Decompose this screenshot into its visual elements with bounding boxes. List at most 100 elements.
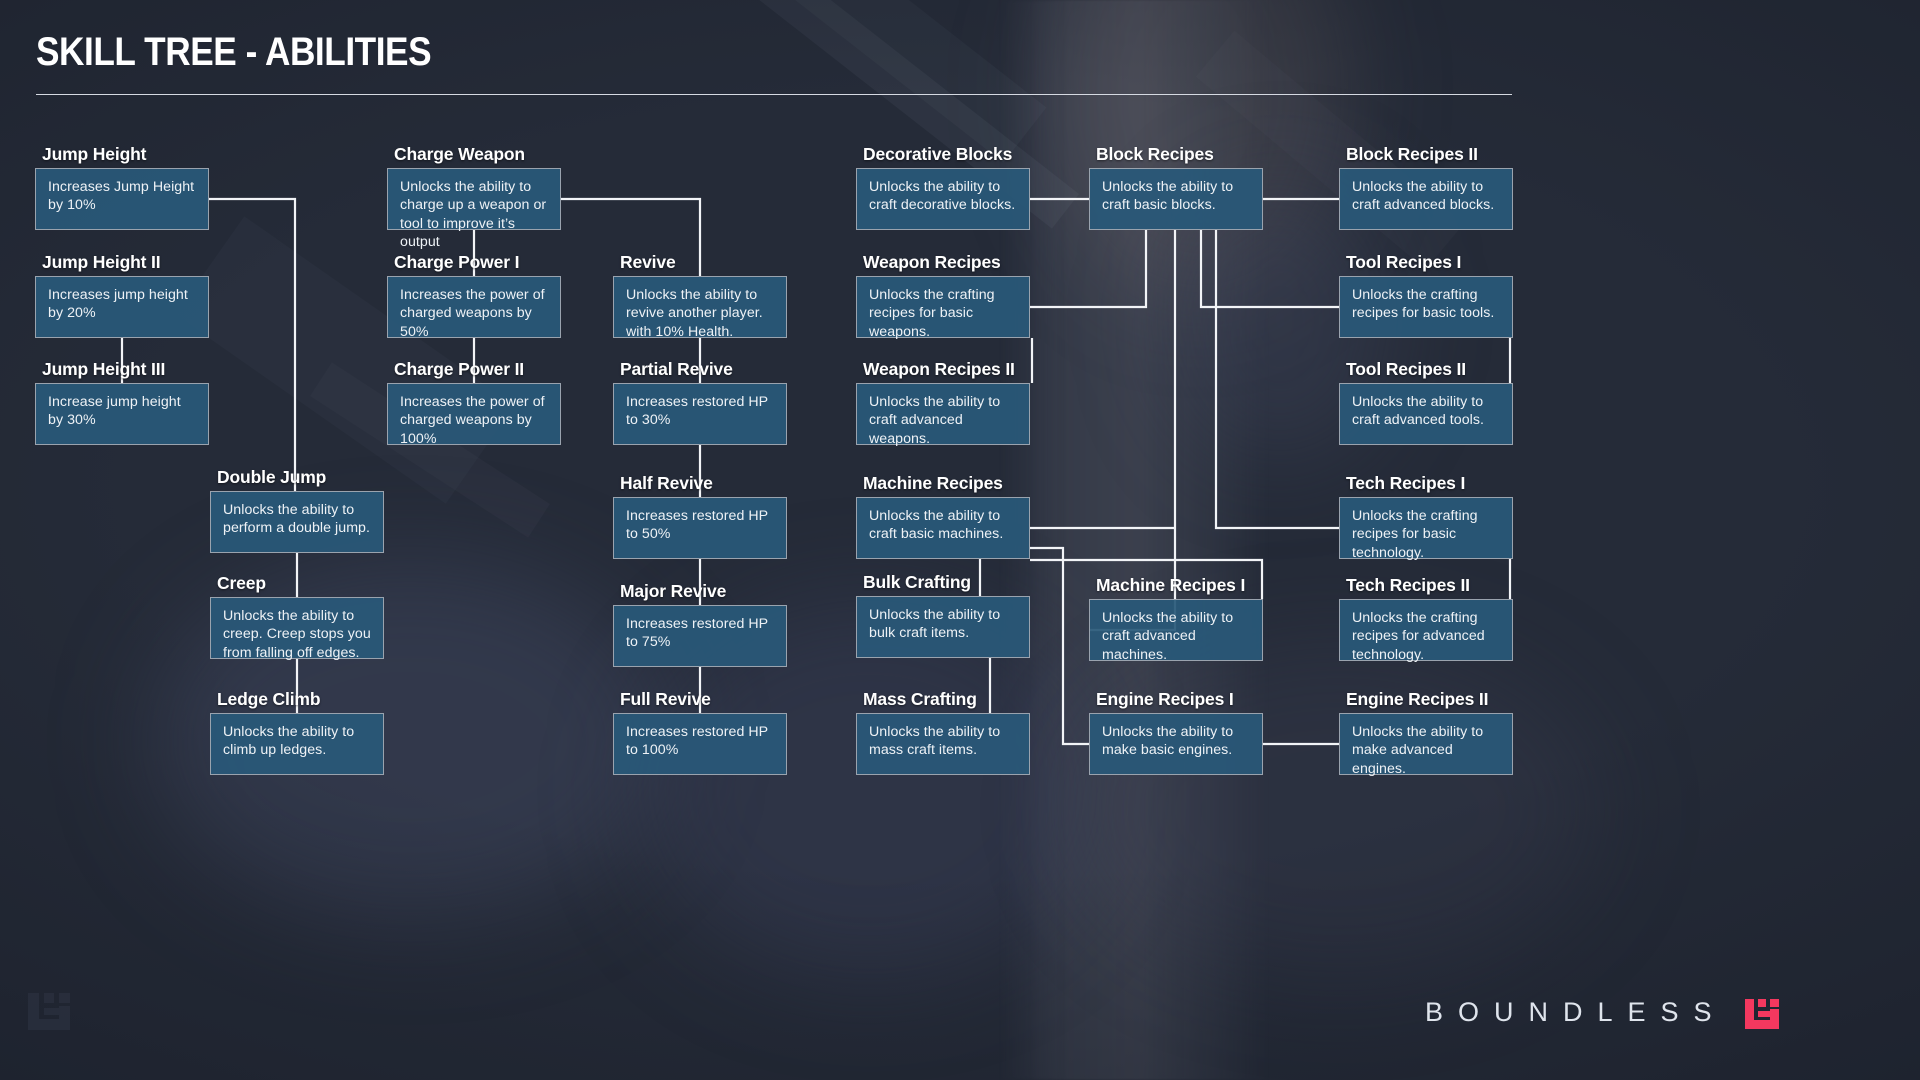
skill-node-box[interactable]: Unlocks the ability to creep. Creep stop… (210, 597, 384, 661)
skill-node-box[interactable]: Increase jump height by 30% (35, 383, 209, 445)
skill-node-description: Unlocks the ability to craft basic machi… (869, 508, 1004, 543)
skill-node-title: Charge Weapon (394, 144, 525, 164)
skill-node-title: Revive (620, 252, 676, 272)
skill-node-block-recipes-2[interactable]: Block Recipes II Unlocks the ability to c… (1339, 144, 1513, 230)
connector-jump-height-to-double-jump (209, 197, 297, 491)
skill-node-description: Unlocks the ability to creep. Creep stop… (223, 608, 371, 661)
skill-node-description: Increases restored HP to 100% (626, 724, 768, 759)
skill-node-description: Unlocks the ability to perform a double … (223, 502, 370, 537)
skill-node-box[interactable]: Increases restored HP to 50% (613, 497, 787, 559)
skill-node-title: Decorative Blocks (863, 144, 1013, 164)
skill-node-weapon-recipes[interactable]: Weapon Recipes Unlocks the crafting recip… (856, 252, 1030, 340)
skill-node-engine-recipes-1[interactable]: Engine Recipes I Unlocks the ability to m… (1089, 689, 1263, 775)
skill-node-title: Bulk Crafting (863, 572, 971, 592)
skill-node-box[interactable]: Unlocks the ability to craft advanced ma… (1089, 599, 1263, 663)
skill-node-box[interactable]: Unlocks the ability to craft advanced bl… (1339, 168, 1513, 230)
skill-node-box[interactable]: Unlocks the ability to perform a double … (210, 491, 384, 553)
skill-node-ledge-climb[interactable]: Ledge Climb Unlocks the ability to climb … (210, 689, 384, 775)
skill-node-major-revive[interactable]: Major Revive Increases restored HP to 75% (613, 581, 787, 667)
skill-node-block-recipes[interactable]: Block Recipes Unlocks the ability to craf… (1089, 144, 1263, 230)
title-divider (36, 94, 1512, 95)
skill-node-box[interactable]: Unlocks the ability to craft basic machi… (856, 497, 1030, 559)
skill-node-description: Increases jump height by 20% (48, 287, 188, 322)
page-title: SKILL TREE - ABILITIES (36, 30, 432, 74)
skill-node-description: Unlocks the crafting recipes for advance… (1352, 610, 1485, 663)
skill-node-decorative-blocks[interactable]: Decorative Blocks Unlocks the ability to … (856, 144, 1030, 230)
skill-node-jump-height-3[interactable]: Jump Height III Increase jump height by 3… (35, 359, 209, 445)
skill-node-title: Full Revive (620, 689, 711, 709)
skill-node-title: Tool Recipes II (1346, 359, 1466, 379)
skill-node-box[interactable]: Increases restored HP to 30% (613, 383, 787, 445)
skill-node-description: Increases Jump Height by 10% (48, 179, 195, 214)
skill-node-box[interactable]: Unlocks the crafting recipes for basic w… (856, 276, 1030, 340)
skill-node-box[interactable]: Increases the power of charged weapons b… (387, 276, 561, 340)
connector-block-recipes-to-tech-recipes-1 (1214, 230, 1339, 530)
skill-node-box[interactable]: Unlocks the ability to make basic engine… (1089, 713, 1263, 775)
skill-node-box[interactable]: Unlocks the ability to make advanced eng… (1339, 713, 1513, 777)
skill-node-title: Tech Recipes II (1346, 575, 1470, 595)
skill-node-charge-power-2[interactable]: Charge Power II Increases the power of ch… (387, 359, 561, 447)
skill-node-box[interactable]: Increases restored HP to 100% (613, 713, 787, 775)
skill-node-title: Tool Recipes I (1346, 252, 1462, 272)
skill-node-box[interactable]: Increases Jump Height by 10% (35, 168, 209, 230)
skill-node-box[interactable]: Unlocks the crafting recipes for basic t… (1339, 497, 1513, 561)
skill-node-description: Increases restored HP to 75% (626, 616, 768, 651)
skill-node-box[interactable]: Increases restored HP to 75% (613, 605, 787, 667)
skill-node-description: Unlocks the ability to make basic engine… (1102, 724, 1234, 759)
skill-node-box[interactable]: Increases jump height by 20% (35, 276, 209, 338)
skill-node-charge-weapon[interactable]: Charge Weapon Unlocks the ability to char… (387, 144, 561, 250)
skill-node-box[interactable]: Unlocks the ability to mass craft items. (856, 713, 1030, 775)
skill-node-title: Jump Height II (42, 252, 161, 272)
brand-wordmark: BOUNDLESS (1425, 996, 1727, 1027)
skill-node-description: Increase jump height by 30% (48, 394, 181, 429)
skill-node-tool-recipes-2[interactable]: Tool Recipes II Unlocks the ability to cr… (1339, 359, 1513, 445)
skill-node-half-revive[interactable]: Half Revive Increases restored HP to 50% (613, 473, 787, 559)
skill-node-description: Unlocks the ability to make advanced eng… (1352, 724, 1484, 777)
skill-node-jump-height[interactable]: Jump Height Increases Jump Height by 10% (35, 144, 209, 230)
skill-node-box[interactable]: Unlocks the ability to craft advanced we… (856, 383, 1030, 447)
skill-node-description: Increases restored HP to 30% (626, 394, 768, 429)
skill-node-title: Weapon Recipes II (863, 359, 1015, 379)
skill-node-description: Unlocks the ability to craft advanced we… (869, 394, 1001, 447)
skill-node-jump-height-2[interactable]: Jump Height II Increases jump height by 2… (35, 252, 209, 338)
skill-node-description: Unlocks the ability to revive another pl… (626, 287, 763, 340)
skill-node-creep[interactable]: Creep Unlocks the ability to creep. Creep… (210, 573, 384, 661)
skill-node-double-jump[interactable]: Double Jump Unlocks the ability to perfor… (210, 467, 384, 553)
skill-node-box[interactable]: Unlocks the ability to bulk craft items. (856, 596, 1030, 658)
skill-node-description: Unlocks the ability to craft advanced ma… (1102, 610, 1234, 663)
skill-node-charge-power-1[interactable]: Charge Power I Increases the power of cha… (387, 252, 561, 340)
skill-node-tech-recipes-2[interactable]: Tech Recipes II Unlocks the crafting reci… (1339, 575, 1513, 663)
skill-node-full-revive[interactable]: Full Revive Increases restored HP to 100% (613, 689, 787, 775)
skill-node-title: Jump Height III (42, 359, 166, 379)
skill-node-revive[interactable]: Revive Unlocks the ability to revive anot… (613, 252, 787, 340)
skill-node-description: Unlocks the ability to craft decorative … (869, 179, 1016, 214)
skill-node-machine-recipes-1[interactable]: Machine Recipes I Unlocks the ability to … (1089, 575, 1263, 663)
skill-node-box[interactable]: Unlocks the ability to climb up ledges. (210, 713, 384, 775)
skill-node-box[interactable]: Increases the power of charged weapons b… (387, 383, 561, 447)
brand-lockup: BOUNDLESS (1425, 995, 1779, 1029)
skill-node-machine-recipes[interactable]: Machine Recipes Unlocks the ability to cr… (856, 473, 1030, 559)
skill-node-partial-revive[interactable]: Partial Revive Increases restored HP to 3… (613, 359, 787, 445)
skill-node-title: Engine Recipes I (1096, 689, 1234, 709)
connector-block-recipes-to-tool-recipes-1 (1199, 230, 1339, 309)
skill-node-box[interactable]: Unlocks the ability to craft decorative … (856, 168, 1030, 230)
skill-node-box[interactable]: Unlocks the ability to charge up a weapo… (387, 168, 561, 250)
skill-node-box[interactable]: Unlocks the crafting recipes for advance… (1339, 599, 1513, 663)
skill-node-weapon-recipes-2[interactable]: Weapon Recipes II Unlocks the ability to … (856, 359, 1030, 447)
skill-node-box[interactable]: Unlocks the ability to craft advanced to… (1339, 383, 1513, 445)
skill-node-tech-recipes-1[interactable]: Tech Recipes I Unlocks the crafting recip… (1339, 473, 1513, 561)
skill-node-box[interactable]: Unlocks the crafting recipes for basic t… (1339, 276, 1513, 338)
skill-node-engine-recipes-2[interactable]: Engine Recipes II Unlocks the ability to … (1339, 689, 1513, 777)
skill-node-title: Half Revive (620, 473, 713, 493)
skill-node-bulk-crafting[interactable]: Bulk Crafting Unlocks the ability to bulk… (856, 572, 1030, 658)
skill-node-description: Unlocks the ability to bulk craft items. (869, 607, 1001, 642)
skill-node-tool-recipes-1[interactable]: Tool Recipes I Unlocks the crafting recip… (1339, 252, 1513, 338)
skill-node-description: Increases restored HP to 50% (626, 508, 768, 543)
skill-node-box[interactable]: Unlocks the ability to revive another pl… (613, 276, 787, 340)
skill-node-box[interactable]: Unlocks the ability to craft basic block… (1089, 168, 1263, 230)
skill-node-title: Charge Power I (394, 252, 520, 272)
skill-node-title: Mass Crafting (863, 689, 977, 709)
skill-node-description: Unlocks the ability to mass craft items. (869, 724, 1001, 759)
skill-node-title: Engine Recipes II (1346, 689, 1489, 709)
skill-node-mass-crafting[interactable]: Mass Crafting Unlocks the ability to mass… (856, 689, 1030, 775)
